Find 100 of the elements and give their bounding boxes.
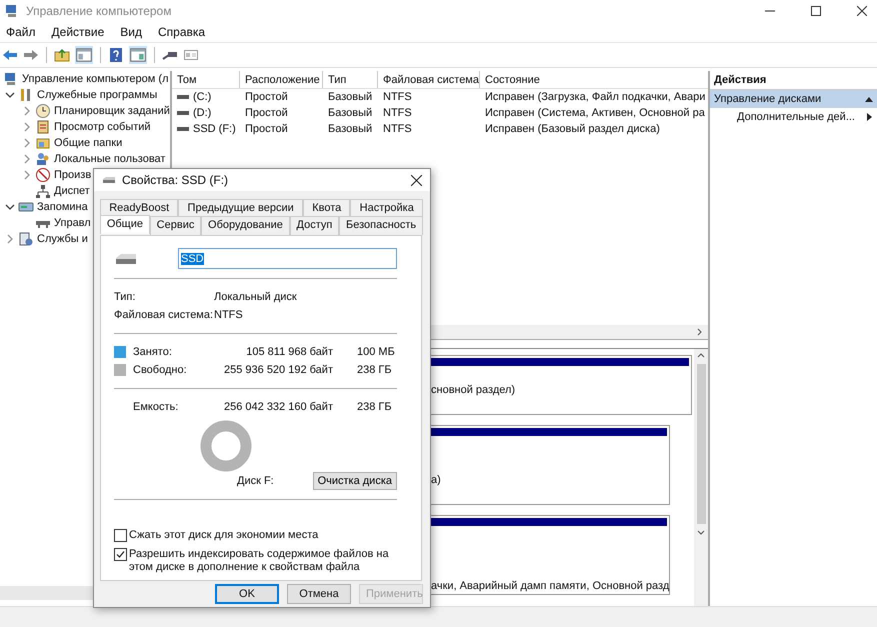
table-cell: (D:) xyxy=(193,107,212,119)
chevron-right-icon[interactable] xyxy=(5,234,15,244)
partition-status: а) xyxy=(430,474,442,486)
disk-label: Диск F: xyxy=(237,475,274,488)
tab[interactable]: Квота xyxy=(303,199,350,216)
chevron-right-icon[interactable] xyxy=(22,122,32,132)
tab[interactable]: Общие xyxy=(100,215,150,234)
table-cell: Простой xyxy=(245,91,288,103)
table-cell: Исправен (Базовый раздел диска) xyxy=(485,123,660,135)
field-label: Файловая система: xyxy=(114,309,214,322)
tree-item[interactable]: Управл xyxy=(54,217,91,229)
column-header[interactable]: Том xyxy=(172,71,240,88)
column-header[interactable]: Тип xyxy=(323,71,378,88)
field-value: Локальный диск xyxy=(214,291,297,304)
log-icon xyxy=(35,119,51,135)
action-item[interactable]: Дополнительные дей... xyxy=(710,108,877,126)
checkbox[interactable] xyxy=(114,548,127,562)
partition-status: сновной раздел) xyxy=(430,384,516,396)
tab[interactable]: Предыдущие версии xyxy=(178,199,304,216)
field-label: Свободно: xyxy=(133,364,188,376)
field-value: NTFS xyxy=(214,309,243,322)
dialog-button[interactable]: Отмена xyxy=(287,584,351,604)
maximize-icon[interactable] xyxy=(811,6,821,16)
triangle-right-icon xyxy=(867,113,873,121)
field-label: Занято: xyxy=(133,346,173,358)
disk-cleanup-button[interactable]: Очистка диска xyxy=(312,472,397,490)
chevron-down-icon[interactable] xyxy=(5,90,15,100)
tab[interactable]: Доступ xyxy=(290,216,340,236)
tab[interactable]: Настройка xyxy=(350,199,424,216)
triangle-up-icon xyxy=(865,96,873,102)
table-cell: Исправен (Загрузка, Файл подкачки, Авари xyxy=(485,91,706,103)
checkbox-label: Сжать этот диск для экономии места xyxy=(129,529,318,542)
chevron-up-icon[interactable] xyxy=(697,352,706,360)
column-header[interactable]: Расположение xyxy=(240,71,323,88)
tree-item[interactable]: Локальные пользоват xyxy=(54,153,166,165)
table-cell: NTFS xyxy=(383,91,412,103)
chevron-down-icon[interactable] xyxy=(5,202,15,212)
close-icon[interactable] xyxy=(411,174,422,186)
tab[interactable]: Оборудование xyxy=(201,216,290,236)
action-item[interactable]: Управление дисками xyxy=(710,90,877,108)
tree-item[interactable]: Общие папки xyxy=(54,137,122,149)
scrollbar[interactable] xyxy=(694,349,708,606)
pane-icon[interactable] xyxy=(129,46,147,64)
folder-up-icon[interactable] xyxy=(54,47,70,63)
tab[interactable]: Безопасность xyxy=(339,216,424,236)
table-cell: Простой xyxy=(245,123,288,135)
help-icon[interactable] xyxy=(108,47,124,63)
partition-status: ачки, Аварийный дамп памяти, Основной разд xyxy=(430,580,670,592)
tree-item[interactable]: Управление компьютером (л xyxy=(22,73,168,85)
tab[interactable]: Сервис xyxy=(150,216,202,236)
table-cell: Базовый xyxy=(328,123,372,135)
name-field[interactable]: SSD xyxy=(178,248,397,270)
chevron-right-icon[interactable] xyxy=(22,106,32,116)
table-cell: Простой xyxy=(245,107,288,119)
column-header[interactable]: Состояние xyxy=(480,71,706,88)
tree-item[interactable]: Планировщик заданий xyxy=(54,105,170,117)
window-title: Управление компьютером xyxy=(26,4,172,18)
chevron-right-icon[interactable] xyxy=(22,154,32,164)
network-icon xyxy=(35,183,51,199)
size-value: 238 ГБ xyxy=(357,364,392,376)
tree-item[interactable]: Служебные программы xyxy=(37,89,158,101)
dialog-title: Свойства: SSD (F:) xyxy=(122,173,228,188)
chevron-right-icon[interactable] xyxy=(696,328,704,336)
users-icon xyxy=(35,151,51,167)
field-label: Емкость: xyxy=(133,401,180,414)
tab[interactable]: ReadyBoost xyxy=(100,199,178,216)
chevron-right-icon[interactable] xyxy=(22,170,32,180)
byte-count: 105 811 968 байт xyxy=(245,346,333,358)
pane-icon[interactable] xyxy=(75,46,93,64)
close-icon[interactable] xyxy=(857,6,867,16)
size-value: 100 МБ xyxy=(357,346,395,358)
tree-item[interactable]: Просмотр событий xyxy=(54,121,151,133)
back-arrow-icon[interactable] xyxy=(2,47,18,63)
forward-arrow-icon[interactable] xyxy=(23,47,39,63)
menu-item[interactable]: Справка xyxy=(158,25,206,39)
menu-item[interactable]: Файл xyxy=(6,25,36,39)
menu-item[interactable]: Вид xyxy=(120,25,142,39)
table-cell: (C:) xyxy=(193,91,212,103)
checkbox[interactable] xyxy=(114,529,127,542)
pane-icon[interactable] xyxy=(183,47,199,63)
tree-item[interactable]: Произв xyxy=(54,169,92,181)
byte-count: 255 936 520 192 байт xyxy=(223,364,333,376)
chevron-down-icon[interactable] xyxy=(697,528,706,536)
table-cell: Базовый xyxy=(328,107,372,119)
table-cell: NTFS xyxy=(383,123,412,135)
disk-usage-ring xyxy=(200,420,252,472)
menu-item[interactable]: Действие xyxy=(52,25,104,39)
field-label: Тип: xyxy=(114,291,136,304)
tree-item[interactable]: Запомина xyxy=(37,201,88,213)
table-cell: Исправен (Система, Активен, Основной ра xyxy=(485,107,705,119)
table-cell: Базовый xyxy=(328,91,372,103)
chevron-right-icon[interactable] xyxy=(22,138,32,148)
size-value: 238 ГБ xyxy=(357,401,392,414)
byte-count: 256 042 332 160 байт xyxy=(223,401,333,414)
table-cell: NTFS xyxy=(383,107,412,119)
checkbox-label: Разрешить индексировать содержимое файлов на этом диске в дополнение к свойствам файла xyxy=(129,548,390,574)
dialog-button[interactable]: OK xyxy=(215,584,279,604)
column-header[interactable]: Файловая система xyxy=(378,71,480,88)
tree-item[interactable]: Диспет xyxy=(54,185,90,197)
tree-item[interactable]: Службы и xyxy=(37,233,88,245)
